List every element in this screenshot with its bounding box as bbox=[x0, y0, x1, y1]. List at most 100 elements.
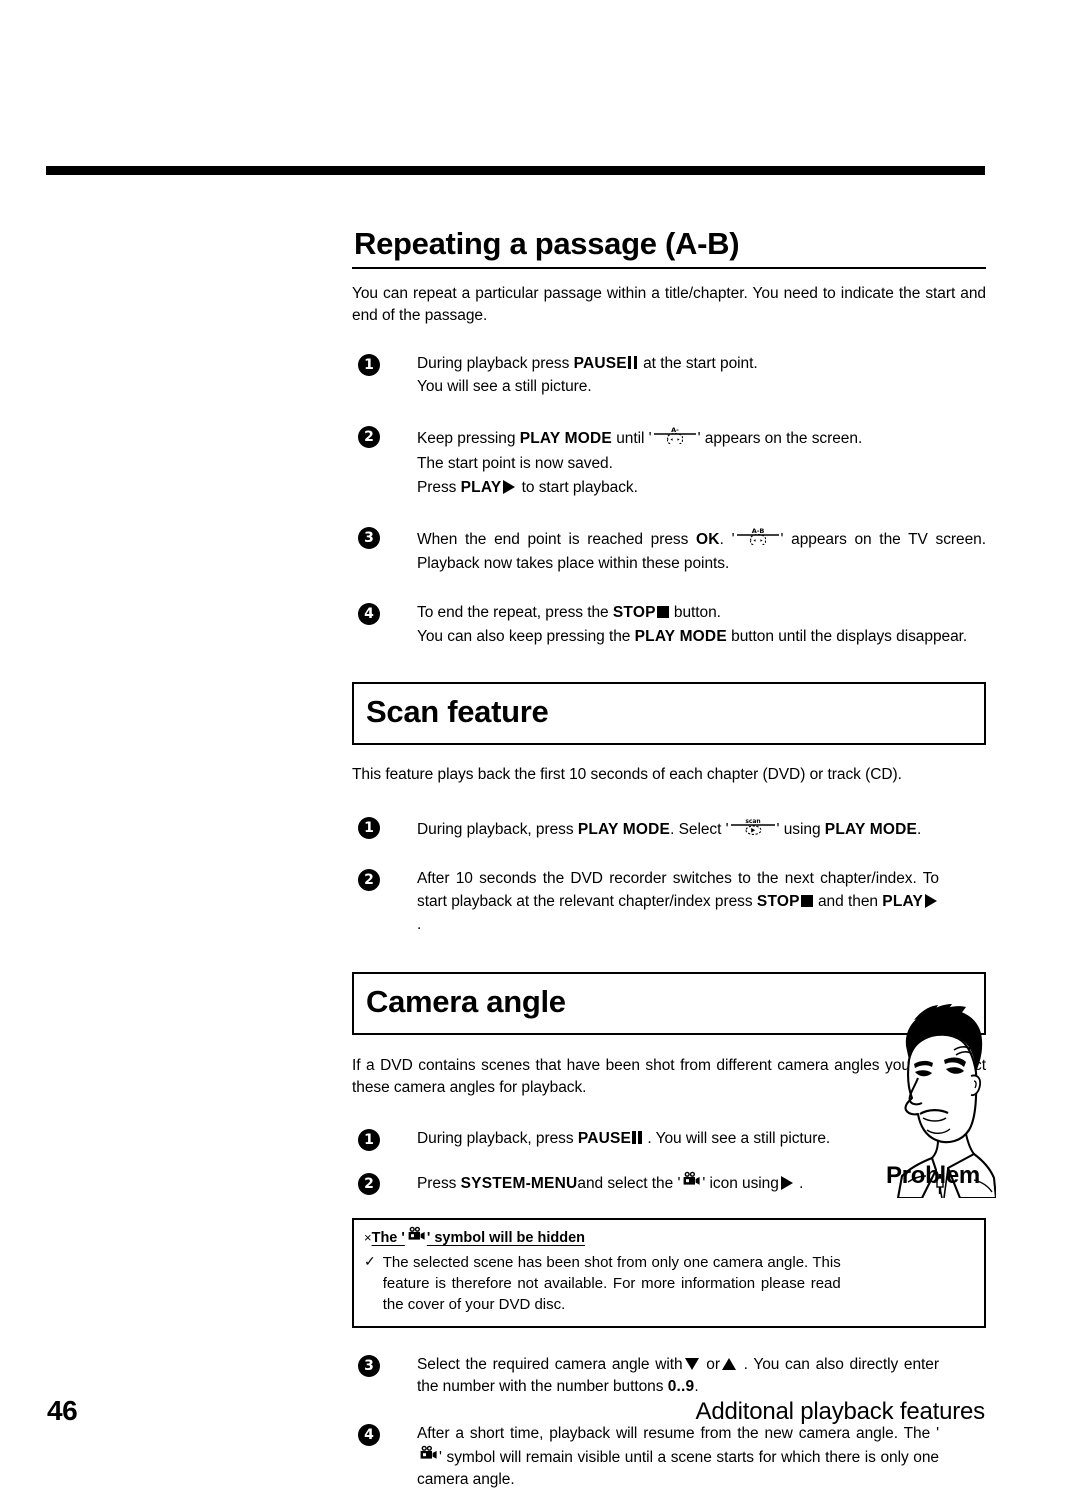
step-item: 3 When the end point is reached press OK… bbox=[352, 526, 986, 576]
step-text: to start playback. bbox=[521, 479, 638, 497]
step-text: . bbox=[799, 1175, 804, 1193]
step-item: 1 During playback, press PLAY MODE. Sele… bbox=[352, 816, 986, 844]
camera-angle-icon bbox=[406, 1226, 426, 1248]
step-text: ' symbol will remain visible until a sce… bbox=[417, 1448, 939, 1489]
step-line: During playback, press PLAY MODE. Select… bbox=[417, 816, 939, 844]
step-item: 2 After 10 seconds the DVD recorder swit… bbox=[352, 868, 986, 936]
button-label-play-mode: PLAY MODE bbox=[577, 820, 671, 838]
play-icon bbox=[925, 893, 938, 908]
step-text: Press bbox=[417, 479, 457, 497]
button-label-play-mode: PLAY MODE bbox=[634, 627, 727, 645]
step-line: After a short time, playback will resume… bbox=[417, 1423, 939, 1492]
step-line: The start point is now saved. bbox=[417, 455, 613, 473]
section-heading-scan-feature: Scan feature bbox=[352, 682, 986, 745]
step-text: ' icon using bbox=[702, 1175, 779, 1193]
step-item: 4 After a short time, playback will resu… bbox=[352, 1423, 986, 1492]
step-text: . ' bbox=[719, 530, 735, 548]
step-text: Select the required camera angle with bbox=[417, 1355, 683, 1373]
step-number: 1 bbox=[358, 1128, 380, 1151]
step-text: During playback press bbox=[417, 354, 570, 372]
footer-section-title: Additonal playback features bbox=[695, 1398, 986, 1425]
arrow-up-icon bbox=[721, 1357, 736, 1370]
step-text: . Select ' bbox=[670, 820, 729, 838]
step-text: or bbox=[706, 1355, 720, 1373]
step-text: During playback, press bbox=[417, 820, 574, 838]
problem-label: Problem bbox=[886, 1162, 980, 1189]
step-text: and then bbox=[817, 892, 878, 910]
step-text: ' appears on the screen. bbox=[697, 429, 863, 447]
step-item: 2 Keep pressing PLAY MODE until ' A- ' app… bbox=[352, 425, 986, 500]
camera-angle-icon bbox=[418, 1445, 438, 1469]
step-number: 2 bbox=[358, 1173, 380, 1196]
section-intro-repeating-passage: You can repeat a particular passage with… bbox=[352, 284, 986, 324]
step-text: and select the ' bbox=[577, 1175, 681, 1193]
play-icon bbox=[503, 480, 516, 495]
step-text: button. bbox=[673, 603, 721, 621]
step-item: 3 Select the required camera angle with … bbox=[352, 1354, 986, 1399]
step-line: Keep pressing PLAY MODE until ' A- ' appea… bbox=[417, 425, 986, 453]
tip-body-text: The selected scene has been shot from on… bbox=[382, 1253, 841, 1314]
button-label-play-mode: PLAY MODE bbox=[824, 820, 918, 838]
step-number: 4 bbox=[358, 1424, 380, 1446]
step-number: 2 bbox=[358, 425, 380, 448]
ab-repeat-start-icon: A- bbox=[653, 424, 697, 452]
check-icon: ✓ bbox=[364, 1252, 376, 1269]
step-text: button until the displays disappear. bbox=[731, 627, 968, 645]
tip-heading-text: The ' bbox=[371, 1229, 405, 1246]
camera-angle-icon bbox=[681, 1171, 701, 1195]
header-rule bbox=[46, 166, 985, 175]
section-intro-scan-feature: This feature plays back the first 10 sec… bbox=[352, 765, 902, 783]
step-text: . You will see a still picture. bbox=[647, 1129, 831, 1147]
step-line: Press PLAY to start playback. bbox=[417, 477, 986, 500]
stop-icon bbox=[656, 605, 669, 618]
step-text: at the start point. bbox=[643, 354, 758, 372]
step-text: . bbox=[417, 915, 422, 933]
button-label-system-menu: SYSTEM-MENU bbox=[460, 1175, 578, 1193]
button-label-stop: STOP bbox=[756, 892, 800, 910]
stop-icon bbox=[800, 894, 813, 907]
step-text: When the end point is reached press bbox=[417, 530, 689, 548]
step-text: After a short time, playback will resume… bbox=[417, 1425, 939, 1442]
scan-icon-label: scan bbox=[745, 818, 760, 825]
button-label-play: PLAY bbox=[460, 479, 502, 497]
ab-icon-label: A- bbox=[671, 426, 679, 434]
button-label-pause: PAUSE bbox=[573, 354, 627, 372]
button-label-stop: STOP bbox=[612, 603, 656, 621]
step-item: 4 To end the repeat, press the STOP butt… bbox=[352, 602, 986, 648]
step-text: until ' bbox=[616, 429, 652, 447]
button-label-numbers: 0..9 bbox=[667, 1378, 695, 1396]
steps-list-scan-feature: 1 During playback, press PLAY MODE. Sele… bbox=[352, 816, 986, 937]
manual-page: Repeating a passage (A-B) You can repeat… bbox=[0, 0, 1080, 1488]
tip-body: ✓ The selected scene has been shot from … bbox=[364, 1252, 972, 1316]
tip-heading-text: ' symbol will be hidden bbox=[426, 1229, 585, 1246]
step-text: . bbox=[917, 820, 922, 838]
content-column: Repeating a passage (A-B) You can repeat… bbox=[352, 227, 986, 1492]
step-text: ' using bbox=[776, 820, 821, 838]
step-text: Keep pressing bbox=[417, 429, 516, 447]
step-text: . bbox=[694, 1378, 699, 1396]
step-line: During playback press PAUSE at the start… bbox=[417, 353, 986, 376]
step-line: When the end point is reached press OK. … bbox=[417, 526, 986, 576]
step-line: You can also keep pressing the PLAY MODE… bbox=[417, 626, 986, 649]
ab-repeat-full-icon: A-B bbox=[736, 525, 780, 553]
step-line: To end the repeat, press the STOP button… bbox=[417, 602, 986, 625]
page-number: 46 bbox=[47, 1395, 78, 1426]
button-label-pause: PAUSE bbox=[577, 1129, 632, 1147]
section-heading-repeating-passage: Repeating a passage (A-B) bbox=[352, 227, 986, 269]
cross-icon: × bbox=[364, 1229, 372, 1245]
step-number: 1 bbox=[358, 816, 380, 839]
button-label-play: PLAY bbox=[882, 892, 924, 910]
step-text: During playback, press bbox=[417, 1129, 574, 1147]
pause-icon bbox=[627, 355, 638, 369]
pause-icon bbox=[632, 1130, 642, 1144]
problem-tip-box: ×The ' ' symbol will be hidden ✓ The sele… bbox=[352, 1218, 986, 1328]
step-number: 1 bbox=[358, 353, 380, 376]
button-label-play-mode: PLAY MODE bbox=[519, 429, 612, 447]
step-number: 2 bbox=[358, 869, 380, 892]
arrow-down-icon bbox=[684, 1357, 699, 1370]
step-number: 3 bbox=[358, 1354, 380, 1377]
step-text: To end the repeat, press the bbox=[417, 603, 609, 621]
step-line: You will see a still picture. bbox=[417, 378, 592, 396]
tip-heading: ×The ' ' symbol will be hidden bbox=[364, 1226, 972, 1249]
step-item: 1 During playback press PAUSE at the sta… bbox=[352, 353, 986, 399]
